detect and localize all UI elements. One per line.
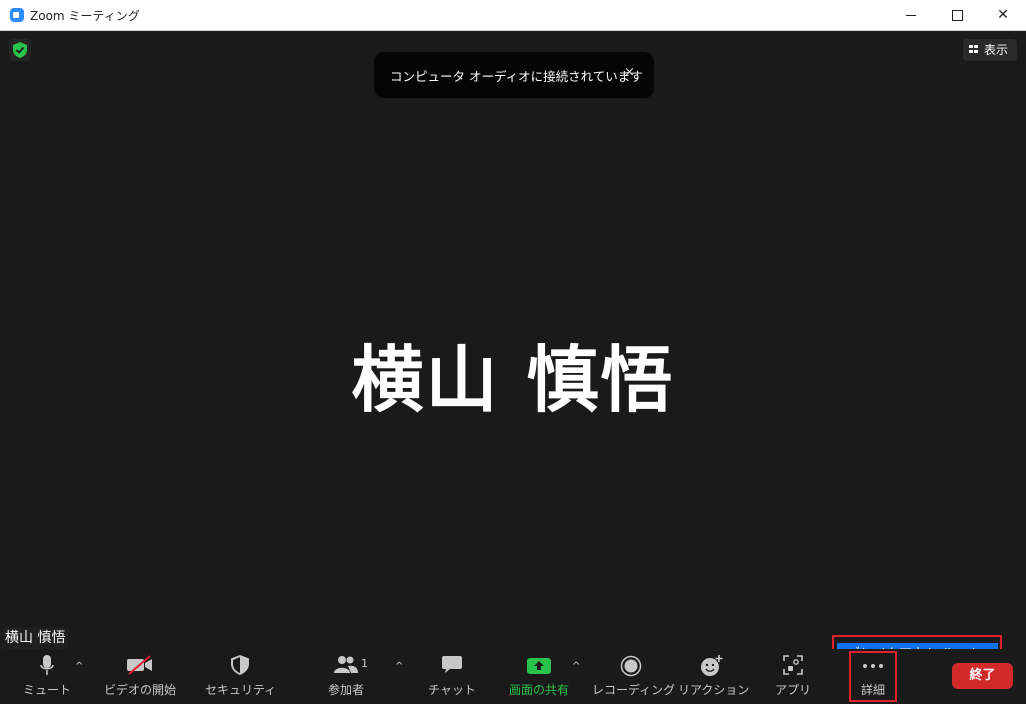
participant-name-tag: 横山 慎悟	[2, 627, 69, 649]
grid-view-icon	[969, 45, 979, 53]
audio-connected-notification: コンピュータ オーディオに接続されています ×	[374, 52, 654, 98]
participant-display-name: 横山 慎悟	[351, 338, 675, 422]
share-screen-label: 画面の共有	[508, 683, 569, 697]
reactions-label: リアクション	[678, 683, 750, 697]
mute-label: ミュート	[22, 683, 71, 697]
record-label: レコーディング	[592, 683, 676, 697]
view-button-label: 表示	[984, 43, 1009, 57]
window-titlebar: Zoom ミーティング ✕	[0, 0, 1026, 31]
participants-icon	[334, 656, 358, 673]
apps-label: アプリ	[774, 683, 811, 697]
participants-options-caret[interactable]: ^	[395, 661, 403, 672]
encryption-shield-button[interactable]	[9, 39, 31, 61]
notification-close-button[interactable]: ×	[624, 65, 635, 80]
shield-check-icon	[13, 42, 27, 58]
share-screen-icon	[527, 658, 551, 674]
chat-bubble-icon	[442, 656, 462, 673]
close-icon: ✕	[997, 7, 1009, 23]
reaction-smiley-icon	[701, 655, 723, 676]
minimize-button[interactable]	[888, 0, 934, 31]
video-off-icon	[127, 655, 152, 675]
audio-options-caret[interactable]: ^	[75, 661, 83, 672]
participants-button[interactable]: 1 参加者	[318, 649, 374, 704]
minimize-icon	[906, 14, 916, 16]
window-title: Zoom ミーティング	[30, 9, 140, 23]
close-window-button[interactable]: ✕	[980, 0, 1026, 31]
security-button[interactable]: セキュリティ	[205, 649, 277, 704]
maximize-button[interactable]	[934, 0, 980, 31]
more-button-highlight	[849, 651, 897, 702]
record-icon	[620, 655, 642, 677]
apps-icon	[783, 655, 803, 675]
view-button[interactable]: 表示	[963, 39, 1017, 61]
meeting-stage: 表示 コンピュータ オーディオに接続されています × 横山 慎悟 横山 慎悟 ブ…	[0, 31, 1026, 677]
security-shield-icon	[231, 655, 249, 675]
share-options-caret[interactable]: ^	[572, 661, 580, 672]
microphone-icon	[40, 655, 54, 675]
maximize-icon	[951, 9, 963, 21]
participants-count: 1	[361, 657, 368, 670]
record-button[interactable]: レコーディング	[592, 649, 676, 704]
security-label: セキュリティ	[205, 683, 277, 697]
zoom-logo-icon	[10, 8, 24, 22]
participants-label: 参加者	[327, 683, 364, 697]
mute-button[interactable]: ミュート	[17, 649, 77, 704]
notification-message: コンピュータ オーディオに接続されています	[390, 69, 643, 84]
start-video-button[interactable]: ビデオの開始	[100, 649, 180, 704]
chat-label: チャット	[428, 683, 476, 697]
end-meeting-button[interactable]: 終了	[952, 663, 1013, 689]
chat-button[interactable]: チャット	[424, 649, 480, 704]
start-video-label: ビデオの開始	[103, 683, 176, 697]
apps-button[interactable]: アプリ	[768, 649, 818, 704]
share-screen-button[interactable]: 画面の共有	[503, 649, 575, 704]
reactions-button[interactable]: リアクション	[678, 649, 750, 704]
